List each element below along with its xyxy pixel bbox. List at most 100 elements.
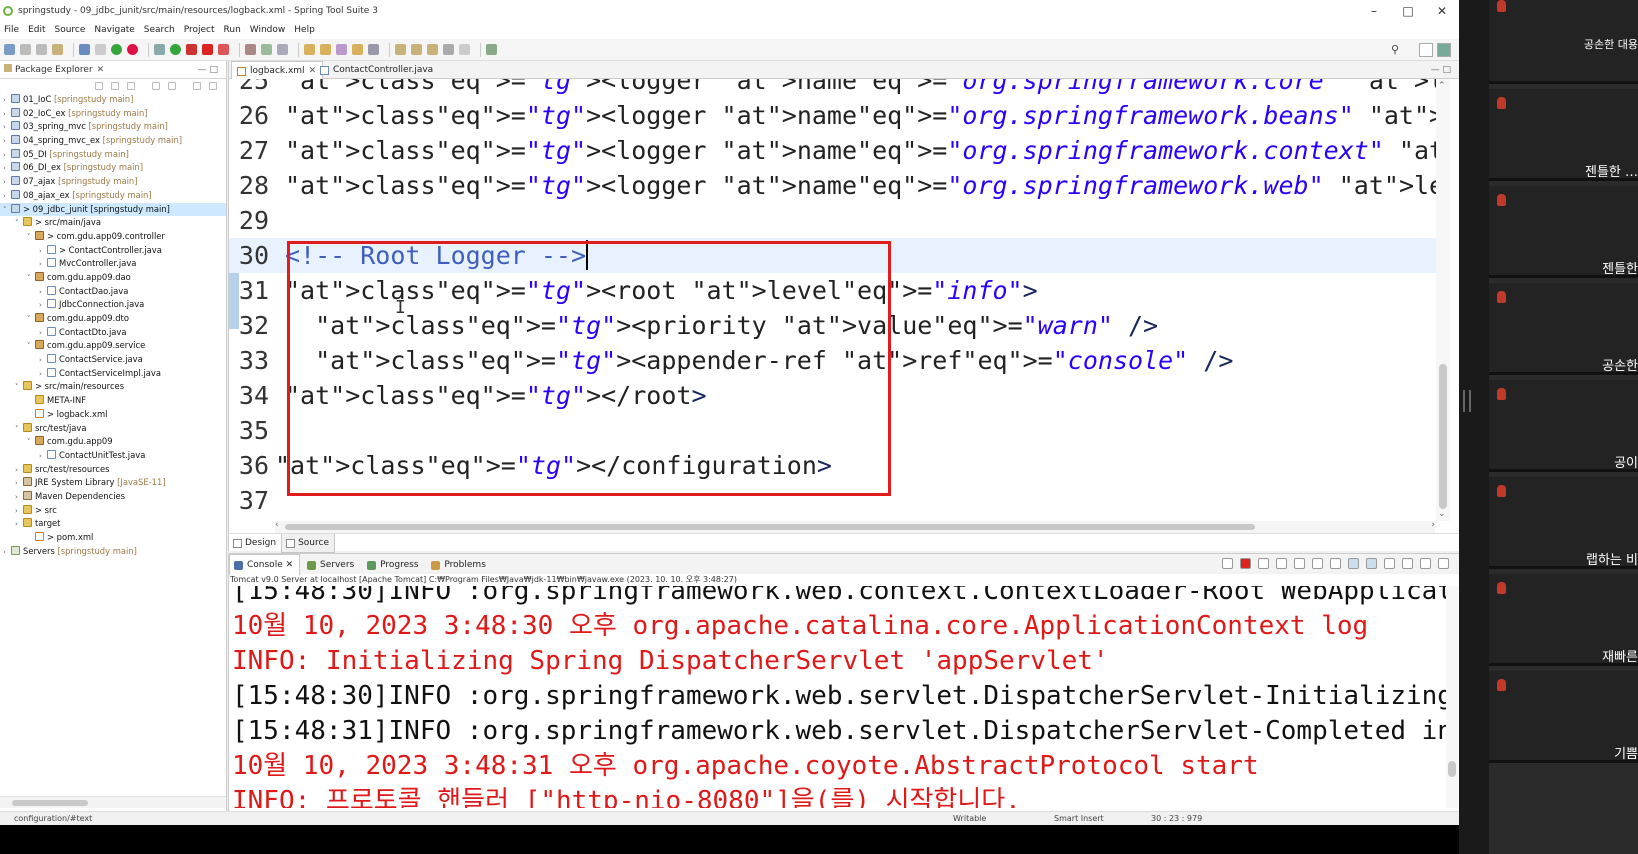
- tree-expand-icon[interactable]: ›: [3, 135, 11, 149]
- panel-divider[interactable]: [1459, 0, 1489, 854]
- tree-item[interactable]: ˅ > 09_jdbc_junit [springstudy main]: [0, 202, 226, 218]
- task-icon[interactable]: [352, 44, 363, 55]
- tree-expand-icon[interactable]: ›: [3, 162, 11, 176]
- tree-item[interactable]: › 01_IoC [springstudy main]: [0, 93, 226, 107]
- collapse-all-icon[interactable]: [152, 82, 160, 90]
- tree-expand-icon[interactable]: ›: [3, 546, 11, 560]
- tree-item[interactable]: ˅ com.gdu.app09: [0, 435, 226, 449]
- tree-item[interactable]: ˅ > src/main/java: [0, 216, 226, 230]
- start-server-icon[interactable]: [111, 44, 122, 55]
- tree-expand-icon[interactable]: ›: [3, 108, 11, 122]
- refresh-icon[interactable]: [127, 44, 138, 55]
- new-interface-icon[interactable]: [277, 44, 288, 55]
- focus-icon[interactable]: [193, 82, 201, 90]
- tree-expand-icon[interactable]: ›: [39, 286, 47, 300]
- tab-servers[interactable]: Servers: [303, 555, 360, 575]
- tree-expand-icon[interactable]: ›: [15, 477, 23, 491]
- participant-tile[interactable]: 공이: [1489, 380, 1638, 472]
- tree-expand-icon[interactable]: ˅: [27, 231, 35, 245]
- open-type-icon[interactable]: [304, 44, 315, 55]
- tab-console[interactable]: Console ✕: [229, 554, 301, 575]
- open-resource-icon[interactable]: [320, 44, 331, 55]
- tree-item[interactable]: › JdbcConnection.java: [0, 298, 226, 312]
- menu-source[interactable]: Source: [55, 22, 86, 39]
- tab-progress[interactable]: Progress: [363, 555, 424, 575]
- tree-item[interactable]: › MvcController.java: [0, 257, 226, 271]
- tree-item[interactable]: ˅ com.gdu.app09.dto: [0, 312, 226, 326]
- tree-expand-icon[interactable]: ›: [15, 491, 23, 505]
- participant-tile[interactable]: 재빠른: [1489, 574, 1638, 666]
- tree-expand-icon[interactable]: ›: [3, 176, 11, 190]
- tree-expand-icon[interactable]: ›: [3, 149, 11, 163]
- tree-item[interactable]: › Maven Dependencies: [0, 490, 226, 504]
- tree-expand-icon[interactable]: ˅: [27, 340, 35, 354]
- participant-tile[interactable]: 젠틀한 …: [1489, 89, 1638, 181]
- tree-item[interactable]: ˅ > src/main/resources: [0, 380, 226, 394]
- terminate-console-icon[interactable]: [1240, 558, 1251, 569]
- search-icon[interactable]: ⚲: [1391, 43, 1399, 56]
- tree-item[interactable]: ˅ com.gdu.app09.service: [0, 339, 226, 353]
- tree-expand-icon[interactable]: ›: [15, 505, 23, 519]
- tree-expand-icon[interactable]: ›: [15, 518, 23, 532]
- open-console-dropdown-icon[interactable]: [1420, 558, 1431, 569]
- menu-window[interactable]: Window: [250, 22, 286, 39]
- external-tools-icon[interactable]: [186, 44, 197, 55]
- tree-expand-icon[interactable]: ˅: [27, 272, 35, 286]
- tree-item[interactable]: › ContactServiceImpl.java: [0, 367, 226, 381]
- tree-item[interactable]: › 04_spring_mvc_ex [springstudy main]: [0, 134, 226, 148]
- print-icon[interactable]: [52, 44, 63, 55]
- scroll-left-icon[interactable]: ‹: [275, 520, 279, 530]
- package-explorer-tab[interactable]: Package Explorer ✕ — □: [0, 61, 226, 79]
- show-on-error-icon[interactable]: [1366, 558, 1377, 569]
- open-perspective-icon[interactable]: [1419, 43, 1433, 57]
- design-tab[interactable]: Design: [229, 534, 281, 552]
- clear-console-icon[interactable]: [1294, 558, 1305, 569]
- word-wrap-icon[interactable]: [1330, 558, 1341, 569]
- pin-editor-icon[interactable]: [486, 44, 497, 55]
- tree-item[interactable]: › 07_ajax [springstudy main]: [0, 175, 226, 189]
- scroll-up-icon[interactable]: ⌃: [1438, 81, 1446, 91]
- back-nav-icon[interactable]: [95, 82, 103, 90]
- explorer-horizontal-scrollbar[interactable]: [0, 796, 226, 808]
- tree-item[interactable]: › JRE System Library [JavaSE-11]: [0, 476, 226, 490]
- search-tool-icon[interactable]: [336, 44, 347, 55]
- open-console-icon[interactable]: [79, 44, 90, 55]
- console-settings-icon[interactable]: [1438, 558, 1449, 569]
- tree-expand-icon[interactable]: ˅: [15, 423, 23, 437]
- tree-expand-icon[interactable]: ˅: [3, 204, 11, 218]
- scroll-right-icon[interactable]: ›: [1431, 520, 1435, 530]
- tree-item[interactable]: ˅ com.gdu.app09.dao: [0, 271, 226, 285]
- tree-item[interactable]: › 08_ajax_ex [springstudy main]: [0, 189, 226, 203]
- new-package-icon[interactable]: [245, 44, 256, 55]
- source-tab[interactable]: Source: [281, 534, 335, 553]
- pin-console-icon[interactable]: [1384, 558, 1395, 569]
- tree-expand-icon[interactable]: ›: [3, 94, 11, 108]
- display-console-icon[interactable]: [1402, 558, 1413, 569]
- remove-launch-icon[interactable]: [1258, 558, 1269, 569]
- save-icon[interactable]: [20, 44, 31, 55]
- new-class-icon[interactable]: [261, 44, 272, 55]
- tree-expand-icon[interactable]: ˅: [15, 217, 23, 231]
- tab-logback-xml[interactable]: logback.xml ✕: [231, 61, 324, 79]
- tree-item[interactable]: › 06_DI_ex [springstudy main]: [0, 161, 226, 175]
- participant-tile[interactable]: 기쁨: [1489, 671, 1638, 763]
- tree-expand-icon[interactable]: ›: [39, 299, 47, 313]
- tree-item[interactable]: › src/test/resources: [0, 463, 226, 477]
- spring-perspective-icon[interactable]: [1437, 43, 1451, 57]
- run-icon[interactable]: [170, 44, 181, 55]
- participant-tile[interactable]: 공손한: [1489, 283, 1638, 375]
- tree-expand-icon[interactable]: ˅: [27, 313, 35, 327]
- tree-expand-icon[interactable]: ›: [39, 450, 47, 464]
- tree-item[interactable]: › Servers [springstudy main]: [0, 545, 226, 559]
- disconnect-icon[interactable]: [1222, 558, 1233, 569]
- stop-icon[interactable]: [202, 44, 213, 55]
- participant-tile[interactable]: 공손한 대용: [1489, 0, 1638, 84]
- tree-item[interactable]: › 02_IoC_ex [springstudy main]: [0, 107, 226, 121]
- tree-item[interactable]: › ContactDao.java: [0, 285, 226, 299]
- last-edit-icon[interactable]: [427, 44, 438, 55]
- menu-run[interactable]: Run: [224, 22, 241, 39]
- skip-breakpoints-icon[interactable]: [95, 44, 106, 55]
- view-menu-icon[interactable]: [209, 82, 217, 90]
- tree-expand-icon[interactable]: ›: [3, 121, 11, 135]
- tree-item[interactable]: > logback.xml: [0, 408, 226, 422]
